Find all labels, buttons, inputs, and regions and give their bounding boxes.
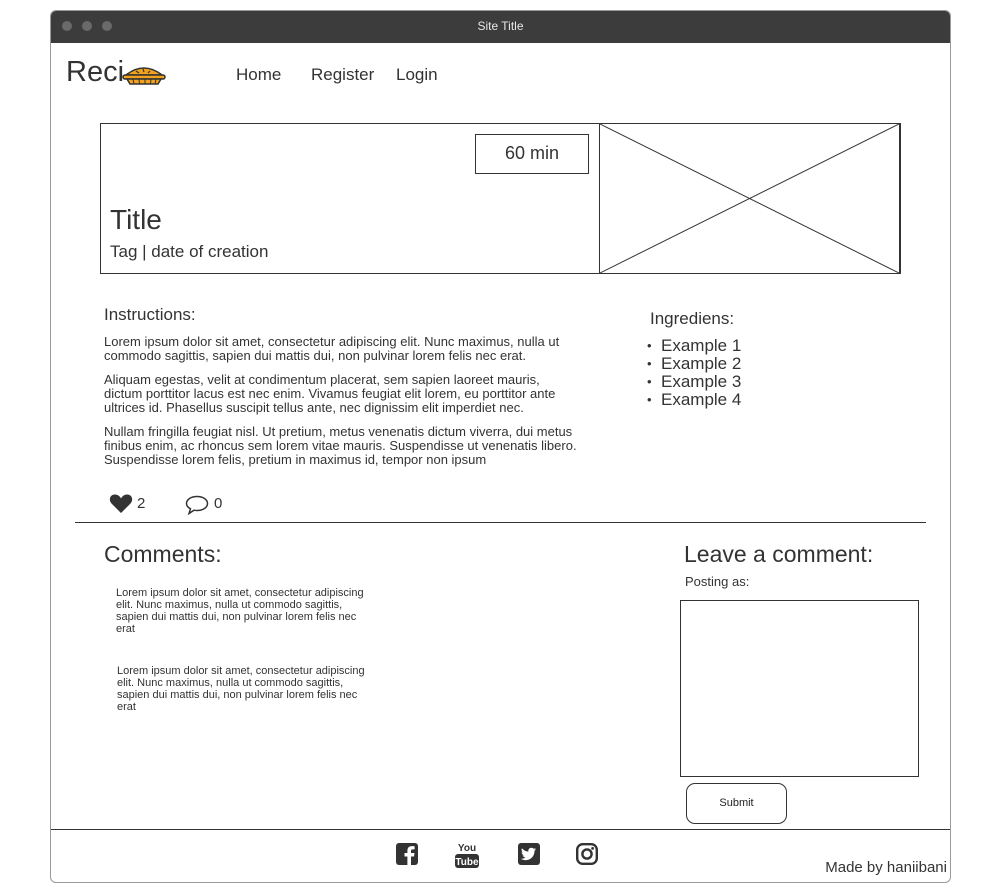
title-bar: Site Title	[51, 11, 950, 43]
instructions-paragraph-3: Nullam fringilla feugiat nisl. Ut pretiu…	[104, 424, 577, 467]
twitter-icon[interactable]	[518, 843, 540, 865]
facebook-icon[interactable]	[396, 843, 418, 865]
ingredient-item: Example 3	[647, 373, 741, 392]
ingredient-item: Example 4	[647, 391, 741, 410]
footer-divider	[51, 829, 950, 830]
recipe-tag-date: Tag | date of creation	[110, 242, 269, 261]
comments-heading: Comments:	[104, 541, 222, 567]
image-placeholder	[599, 123, 901, 274]
youtube-label-top: You	[458, 843, 476, 854]
leave-comment-heading: Leave a comment:	[684, 541, 874, 567]
instagram-icon[interactable]	[576, 843, 598, 865]
cook-time-badge: 60 min	[475, 134, 589, 174]
comment-item: Lorem ipsum dolor sit amet, consectetur …	[117, 665, 365, 713]
likes-count: 2	[137, 495, 146, 512]
browser-window: Site Title Reci Home Register Login 60 m…	[50, 10, 951, 883]
section-divider	[75, 522, 926, 523]
nav-register[interactable]: Register	[311, 65, 374, 85]
window-title: Site Title	[477, 19, 524, 33]
heart-icon[interactable]	[109, 493, 133, 514]
nav-login[interactable]: Login	[396, 65, 438, 85]
recipe-hero: 60 min Title Tag | date of creation	[100, 123, 901, 274]
comments-count: 0	[214, 495, 223, 512]
submit-button[interactable]: Submit	[686, 783, 787, 824]
footer-credit: Made by haniibani	[825, 859, 947, 876]
nav-home[interactable]: Home	[236, 65, 281, 85]
ingredient-item: Example 2	[647, 355, 741, 374]
ingredients-heading: Ingrediens:	[650, 309, 735, 328]
ingredients-list: Example 1 Example 2 Example 3 Example 4	[647, 337, 741, 410]
ingredient-item: Example 1	[647, 337, 741, 356]
instructions-paragraph-2: Aliquam egestas, velit at condimentum pl…	[104, 372, 556, 415]
image-placeholder-cross	[599, 123, 900, 274]
speech-bubble-icon[interactable]	[185, 495, 209, 515]
comment-textarea[interactable]	[680, 600, 919, 777]
instructions-heading: Instructions:	[104, 305, 196, 324]
recipe-title: Title	[110, 204, 162, 235]
instructions-paragraph-1: Lorem ipsum dolor sit amet, consectetur …	[104, 334, 560, 363]
youtube-icon[interactable]: You Tube	[454, 841, 480, 869]
posting-as-label: Posting as:	[685, 574, 750, 589]
youtube-label-bottom: Tube	[455, 857, 479, 868]
logo-text[interactable]: Reci	[66, 56, 124, 89]
pie-icon	[122, 67, 166, 85]
comment-item: Lorem ipsum dolor sit amet, consectetur …	[116, 587, 364, 635]
